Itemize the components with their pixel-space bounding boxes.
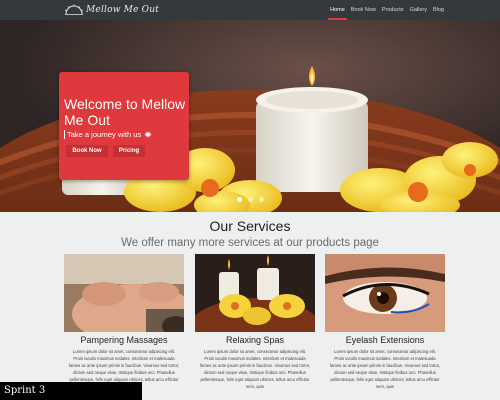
service-card-text: Lorem ipsum dolor sit amet, consectetur … [199, 349, 311, 389]
nav-item-book-now[interactable]: Book Now [351, 0, 376, 20]
nav-item-home[interactable]: Home [328, 0, 347, 20]
nav-item-blog[interactable]: Blog [433, 0, 444, 20]
sprint-label: Sprint 3 [0, 382, 142, 400]
service-card-title: Relaxing Spas [225, 335, 285, 345]
service-card-title: Eyelash Extensions [345, 335, 425, 345]
maple-leaf-icon [144, 131, 153, 138]
service-card-text: Lorem ipsum dolor sit amet, consectetur … [329, 349, 441, 389]
carousel-indicators [0, 197, 500, 202]
carousel-indicator[interactable] [236, 197, 242, 202]
nav-menu: Home Book Now Products Gallery Blog [324, 0, 444, 20]
carousel-indicator[interactable] [258, 197, 264, 202]
service-card-title: Pampering Massages [80, 335, 168, 345]
nav-item-gallery[interactable]: Gallery [410, 0, 427, 20]
service-card: Pampering Massages Lorem ipsum dolor sit… [64, 254, 184, 390]
spa-image [195, 254, 315, 332]
pricing-button[interactable]: Pricing [113, 145, 145, 157]
services-heading: Our Services [209, 218, 291, 234]
service-card: Relaxing Spas Lorem ipsum dolor sit amet… [195, 254, 315, 390]
brand-logo[interactable]: Mellow Me Out [64, 3, 159, 17]
eyelash-image [325, 254, 445, 332]
hero-caption-card: Welcome to Mellow Me Out Take a journey … [59, 72, 189, 180]
sunrise-icon [64, 4, 84, 15]
book-now-button[interactable]: Book Now [66, 145, 108, 157]
hero-carousel[interactable]: Welcome to Mellow Me Out Take a journey … [0, 20, 500, 212]
massage-image [64, 254, 184, 332]
navbar: Mellow Me Out Home Book Now Products Gal… [0, 0, 500, 20]
nav-item-products[interactable]: Products [382, 0, 404, 20]
carousel-indicator[interactable] [247, 197, 253, 202]
hero-subtitle: Take a journey with us [64, 130, 153, 139]
hero-subtitle-text: Take a journey with us [67, 130, 142, 139]
hero-title: Welcome to Mellow Me Out [64, 96, 186, 128]
brand-name: Mellow Me Out [86, 5, 160, 15]
service-card: Eyelash Extensions Lorem ipsum dolor sit… [325, 254, 445, 390]
services-subheading: We offer many more services at our produ… [121, 237, 379, 249]
